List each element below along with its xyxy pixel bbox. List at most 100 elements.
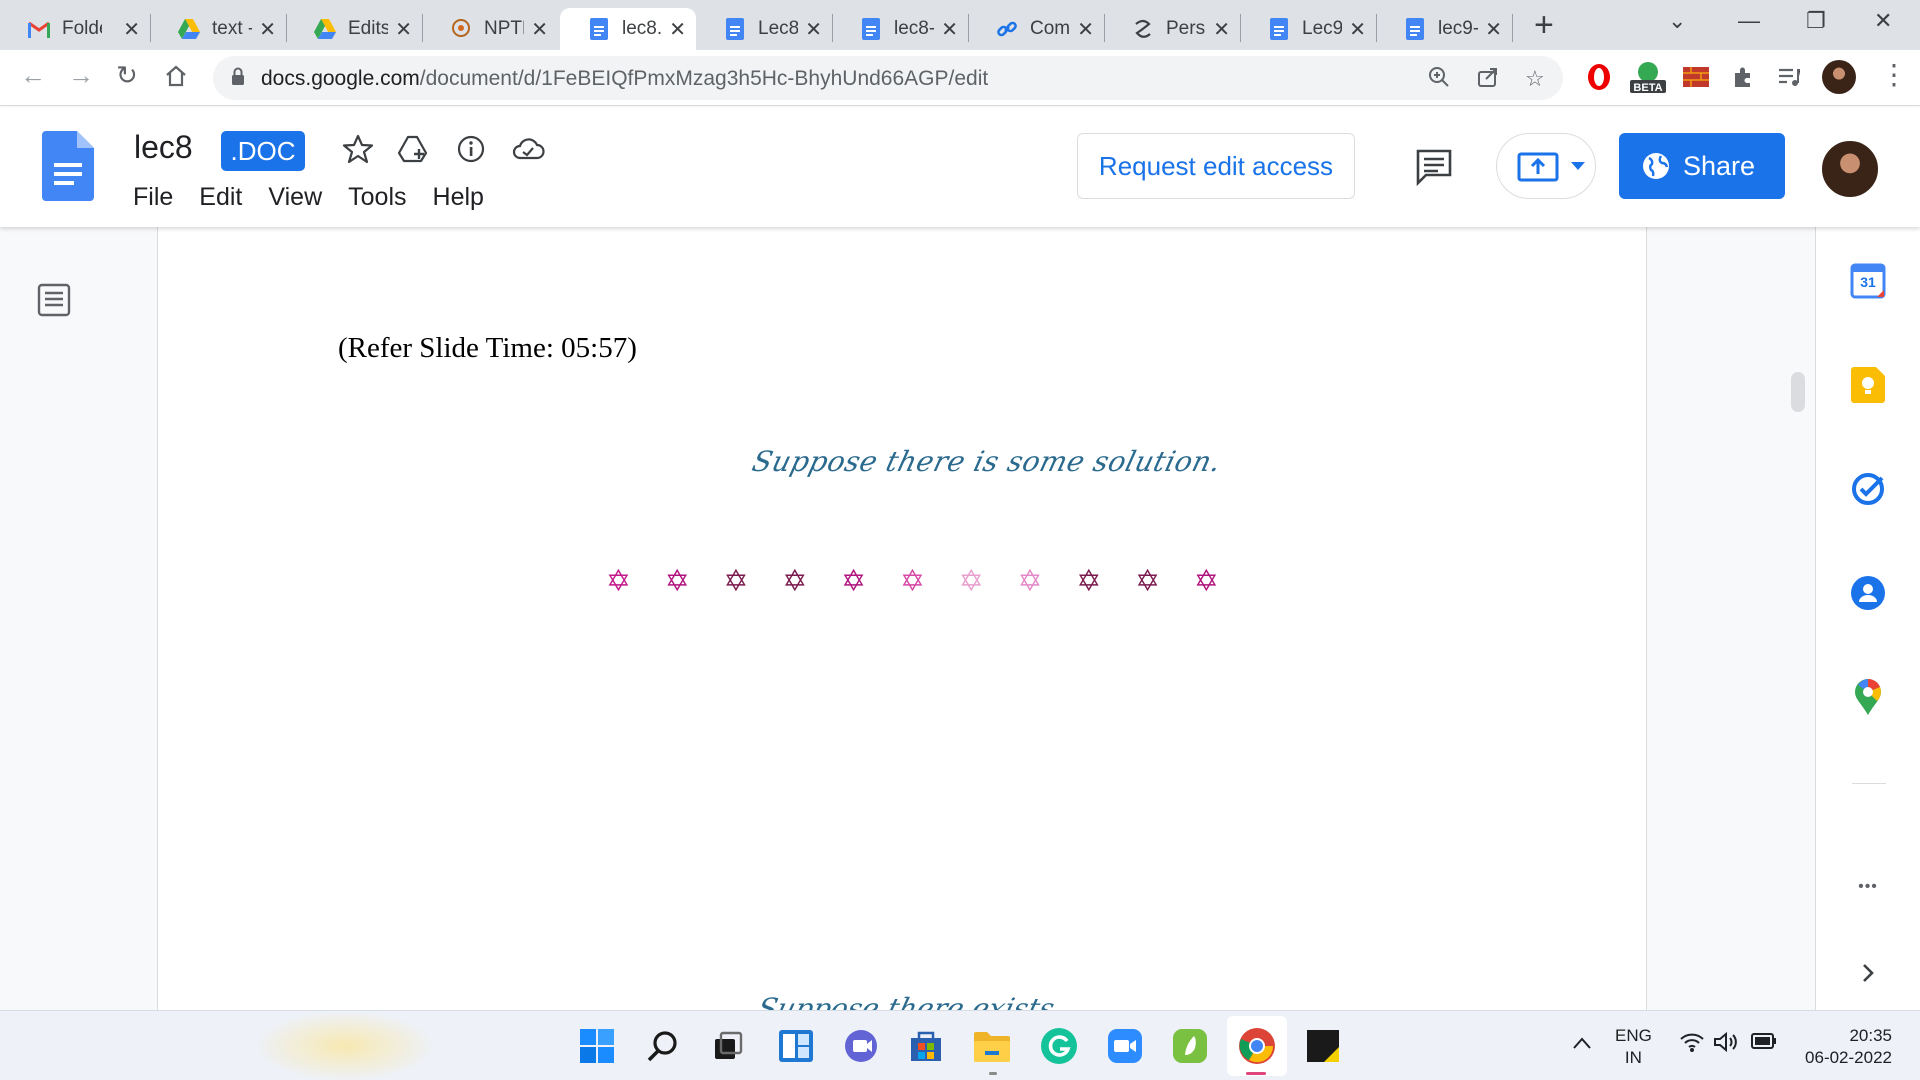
- tab-com[interactable]: Com ✕: [968, 8, 1104, 50]
- account-avatar[interactable]: [1820, 139, 1880, 199]
- forward-arrow-icon[interactable]: →: [68, 60, 94, 91]
- tab-drive-edits[interactable]: Edits ✕: [286, 8, 422, 50]
- url-text: docs.google.com/document/d/1FeBEIQfPmxMz…: [261, 67, 988, 91]
- close-tab-icon[interactable]: ✕: [1349, 17, 1366, 42]
- cloud-saved-icon[interactable]: [511, 133, 545, 165]
- nptel-icon: [450, 18, 472, 40]
- google-tasks-icon[interactable]: [1849, 470, 1887, 508]
- tab-lec8-copy[interactable]: Lec8 ✕: [696, 8, 832, 50]
- close-tab-icon[interactable]: ✕: [531, 17, 548, 42]
- battery-icon[interactable]: [1751, 1033, 1777, 1055]
- tab-lec9-edit[interactable]: lec9- ✕: [1376, 8, 1512, 50]
- tab-nptel[interactable]: NPTE ✕: [422, 8, 558, 50]
- brick-extension-icon[interactable]: [1681, 62, 1711, 92]
- add-to-drive-icon[interactable]: [397, 133, 429, 165]
- chevron-right-icon[interactable]: [1849, 954, 1887, 992]
- clock-date: 06-02-2022: [1805, 1048, 1892, 1067]
- file-explorer-icon[interactable]: [972, 1026, 1012, 1066]
- evernote-icon[interactable]: [1170, 1026, 1210, 1066]
- info-icon[interactable]: [455, 133, 487, 165]
- reload-icon[interactable]: ↻: [116, 60, 138, 91]
- google-maps-icon[interactable]: [1849, 678, 1887, 716]
- beta-label: BETA: [1633, 82, 1663, 94]
- volume-icon[interactable]: [1713, 1031, 1739, 1059]
- close-tab-icon[interactable]: ✕: [259, 17, 276, 42]
- zoom-app-icon[interactable]: [1105, 1026, 1145, 1066]
- chrome-icon[interactable]: [1237, 1026, 1277, 1066]
- clock[interactable]: 20:35 06-02-2022: [1796, 1025, 1892, 1069]
- microsoft-store-icon[interactable]: [906, 1026, 946, 1066]
- document-title[interactable]: lec8: [134, 129, 193, 166]
- star-of-david-icon: ✡: [1193, 565, 1219, 598]
- present-move-button[interactable]: [1496, 133, 1596, 199]
- document-outline-icon[interactable]: [36, 282, 72, 318]
- task-view-icon[interactable]: [708, 1026, 748, 1066]
- docs-menu-bar: File Edit View Tools Help: [133, 183, 510, 212]
- close-tab-icon[interactable]: ✕: [669, 17, 686, 42]
- address-bar[interactable]: docs.google.com/document/d/1FeBEIQfPmxMz…: [213, 56, 1563, 100]
- request-edit-access-button[interactable]: Request edit access: [1077, 133, 1355, 199]
- media-control-icon[interactable]: [1774, 62, 1804, 92]
- language-indicator[interactable]: ENG IN: [1615, 1025, 1652, 1069]
- close-tab-icon[interactable]: ✕: [805, 17, 822, 42]
- tab-title: Perso: [1166, 18, 1206, 39]
- close-tab-icon[interactable]: ✕: [395, 17, 412, 42]
- minimize-button[interactable]: —: [1738, 8, 1760, 34]
- file-format-badge: .DOC: [221, 131, 305, 171]
- close-tab-icon[interactable]: ✕: [941, 17, 958, 42]
- url-path: /document/d/1FeBEIQfPmxMzag3h5Hc-BhyhUnd…: [419, 67, 989, 90]
- grammarly-icon[interactable]: [1039, 1026, 1079, 1066]
- close-tab-icon[interactable]: ✕: [1077, 17, 1094, 42]
- menu-edit[interactable]: Edit: [199, 183, 242, 212]
- share-button[interactable]: Share: [1619, 133, 1785, 199]
- back-arrow-icon[interactable]: ←: [20, 60, 46, 91]
- google-docs-icon: [724, 18, 746, 40]
- document-page[interactable]: (Refer Slide Time: 05:57) Suppose there …: [157, 227, 1647, 1010]
- menu-file[interactable]: File: [133, 183, 173, 212]
- tab-lec8-edit[interactable]: lec8- ✕: [832, 8, 968, 50]
- search-icon[interactable]: [643, 1026, 683, 1066]
- zoom-icon[interactable]: [1428, 66, 1450, 94]
- comment-history-icon[interactable]: [1414, 147, 1454, 187]
- show-hidden-icons-chevron[interactable]: [1572, 1033, 1592, 1055]
- google-contacts-icon[interactable]: [1849, 574, 1887, 612]
- close-tab-icon[interactable]: ✕: [1485, 17, 1502, 42]
- star-of-david-icon: ✡: [958, 565, 984, 598]
- google-keep-icon[interactable]: [1849, 366, 1887, 404]
- widgets-icon[interactable]: [776, 1026, 816, 1066]
- google-drive-icon: [314, 18, 336, 40]
- more-icon[interactable]: •••: [1849, 868, 1887, 906]
- close-tab-icon[interactable]: ✕: [123, 17, 140, 42]
- opera-icon[interactable]: [1584, 62, 1614, 92]
- sticky-notes-icon[interactable]: [1303, 1026, 1343, 1066]
- teams-chat-icon[interactable]: [841, 1026, 881, 1066]
- windows-start-icon[interactable]: [577, 1026, 617, 1066]
- star-icon[interactable]: [342, 133, 374, 165]
- tab-gmail[interactable]: Folde ✕: [0, 8, 150, 50]
- extensions-puzzle-icon[interactable]: [1728, 62, 1758, 92]
- bookmark-star-icon[interactable]: ☆: [1525, 66, 1545, 92]
- tab-drive-text[interactable]: text - ✕: [150, 8, 286, 50]
- vertical-scrollbar-thumb[interactable]: [1791, 372, 1805, 412]
- profile-avatar[interactable]: [1822, 60, 1856, 94]
- close-tab-icon[interactable]: ✕: [1213, 17, 1230, 42]
- chrome-menu-icon[interactable]: ⋮: [1880, 58, 1908, 91]
- tab-personal[interactable]: Perso ✕: [1104, 8, 1240, 50]
- tab-lec8-active[interactable]: lec8.c ✕: [560, 8, 696, 50]
- google-calendar-icon[interactable]: 31: [1849, 262, 1887, 300]
- menu-tools[interactable]: Tools: [348, 183, 406, 212]
- beta-extension-icon[interactable]: BETA: [1628, 62, 1668, 94]
- region-code: IN: [1624, 1048, 1642, 1067]
- google-docs-logo-icon[interactable]: [42, 131, 94, 201]
- tab-lec9[interactable]: Lec9 ✕: [1240, 8, 1376, 50]
- close-window-button[interactable]: ✕: [1874, 8, 1892, 34]
- side-panel: 31 •••: [1815, 227, 1920, 1010]
- menu-help[interactable]: Help: [433, 183, 484, 212]
- new-tab-button[interactable]: +: [1534, 6, 1554, 45]
- home-icon[interactable]: [164, 60, 188, 95]
- tab-search-chevron-icon[interactable]: ⌄: [1668, 8, 1686, 34]
- restore-button[interactable]: ❐: [1806, 8, 1826, 34]
- share-page-icon[interactable]: [1477, 66, 1499, 94]
- menu-view[interactable]: View: [268, 183, 322, 212]
- wifi-icon[interactable]: [1679, 1031, 1705, 1059]
